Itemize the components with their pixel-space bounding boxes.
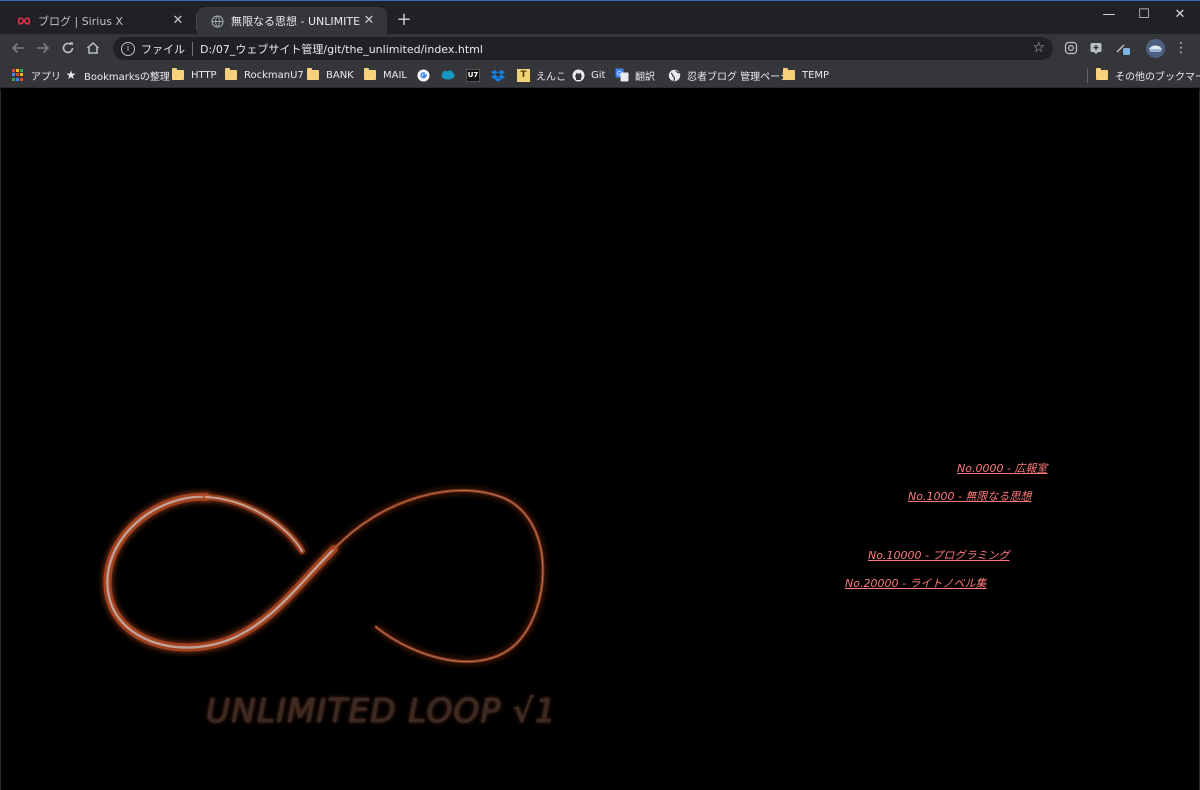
extension-icon[interactable] bbox=[1114, 39, 1132, 57]
folder-icon bbox=[224, 68, 238, 82]
bookmark-translate[interactable]: G 翻訳 bbox=[615, 67, 655, 83]
bookmark-u7[interactable]: U7 bbox=[466, 67, 486, 83]
bookmark-label: 忍者ブログ 管理ページ bbox=[687, 71, 790, 83]
bookmark-label: Git bbox=[591, 69, 606, 81]
link-public-relations[interactable]: No.0000 - 広報室 bbox=[957, 460, 1047, 476]
bookmark-label: BANK bbox=[326, 69, 354, 81]
bookmark-label: MAIL bbox=[383, 69, 407, 81]
infinity-icon bbox=[16, 13, 32, 29]
omnibox-divider bbox=[192, 41, 193, 56]
bookmark-label: アプリ bbox=[31, 71, 61, 83]
google-icon bbox=[416, 68, 430, 82]
bookmark-bank[interactable]: BANK bbox=[306, 67, 354, 83]
new-tab-button[interactable]: + bbox=[394, 10, 414, 30]
bookmarks-divider bbox=[1087, 68, 1088, 83]
address-bar[interactable]: i ファイル D:/07_ウェブサイト管理/git/the_unlimited/… bbox=[113, 37, 1053, 60]
bookmark-label: えんこ bbox=[536, 71, 566, 83]
extension-icon[interactable] bbox=[1062, 39, 1080, 57]
avatar[interactable] bbox=[1146, 39, 1165, 58]
bookmarks-bar: アプリ ★ Bookmarksの整理 HTTP RockmanU7 BANK M… bbox=[0, 62, 1200, 88]
toolbar: i ファイル D:/07_ウェブサイト管理/git/the_unlimited/… bbox=[0, 34, 1200, 62]
bookmark-enko[interactable]: T えんこ bbox=[517, 67, 566, 83]
bookmark-salesforce[interactable] bbox=[441, 67, 461, 83]
enko-icon: T bbox=[517, 68, 530, 82]
tab-blog[interactable]: ブログ | Sirius X ✕ bbox=[4, 7, 196, 35]
bookmark-manager[interactable]: ★ Bookmarksの整理 bbox=[64, 67, 170, 83]
close-window-button[interactable]: ✕ bbox=[1158, 1, 1200, 27]
link-programming[interactable]: No.10000 - プログラミング bbox=[868, 547, 1009, 563]
u7-icon: U7 bbox=[466, 68, 480, 82]
svg-text:G: G bbox=[617, 71, 622, 78]
globe-icon bbox=[667, 68, 681, 82]
bookmark-dropbox[interactable] bbox=[491, 67, 511, 83]
bookmark-ninja-blog-admin[interactable]: 忍者ブログ 管理ページ bbox=[667, 67, 790, 83]
forward-arrow-icon[interactable] bbox=[33, 38, 53, 58]
browser-window: ブログ | Sirius X ✕ 無限なる思想 - UNLIMITED LOOP… bbox=[0, 0, 1200, 790]
salesforce-icon bbox=[441, 68, 455, 82]
bookmark-label: HTTP bbox=[191, 69, 217, 81]
bookmark-other-bookmarks[interactable]: その他のブックマーク bbox=[1095, 67, 1200, 83]
back-arrow-icon[interactable] bbox=[8, 38, 28, 58]
folder-icon bbox=[306, 68, 320, 82]
folder-icon bbox=[171, 68, 185, 82]
bookmark-google[interactable] bbox=[416, 67, 436, 83]
translate-icon: G bbox=[615, 68, 629, 82]
bookmark-temp[interactable]: TEMP bbox=[782, 67, 829, 83]
folder-icon bbox=[782, 68, 796, 82]
link-unlimited-thoughts[interactable]: No.1000 - 無限なる思想 bbox=[908, 488, 1031, 504]
bookmark-apps[interactable]: アプリ bbox=[11, 67, 61, 83]
tab-strip: ブログ | Sirius X ✕ 無限なる思想 - UNLIMITED LOOP… bbox=[0, 0, 1200, 35]
scheme-label: ファイル bbox=[141, 42, 185, 56]
bookmark-label: TEMP bbox=[802, 69, 830, 81]
star-icon: ★ bbox=[65, 68, 77, 82]
bookmark-label: 翻訳 bbox=[635, 71, 655, 83]
kebab-menu-icon[interactable]: ⋮ bbox=[1172, 39, 1190, 57]
folder-icon bbox=[363, 68, 377, 82]
extension-icon[interactable] bbox=[1087, 39, 1105, 57]
dropbox-icon bbox=[491, 68, 505, 82]
bookmark-rockmanu7[interactable]: RockmanU7 bbox=[224, 67, 304, 83]
tab-unlimited-loop[interactable]: 無限なる思想 - UNLIMITED LOOP ✕ bbox=[197, 7, 387, 35]
apps-grid-icon bbox=[11, 68, 25, 82]
bookmark-star-icon[interactable]: ☆ bbox=[1032, 40, 1045, 56]
bookmark-label: その他のブックマーク bbox=[1115, 71, 1200, 83]
link-light-novels[interactable]: No.20000 - ライトノベル集 bbox=[845, 575, 986, 591]
bookmark-http[interactable]: HTTP bbox=[171, 67, 217, 83]
page-content: UNLIMITED LOOP √1 No.0000 - 広報室 No.1000 … bbox=[0, 89, 1200, 790]
github-icon bbox=[571, 68, 585, 82]
home-icon[interactable] bbox=[83, 38, 103, 58]
bookmark-git[interactable]: Git bbox=[571, 67, 605, 83]
bookmark-mail[interactable]: MAIL bbox=[363, 67, 407, 83]
info-icon[interactable]: i bbox=[121, 41, 135, 56]
reload-icon[interactable] bbox=[58, 38, 78, 58]
bookmark-label: RockmanU7 bbox=[244, 69, 304, 81]
tab-title: ブログ | Sirius X bbox=[38, 15, 124, 28]
site-brand-title: UNLIMITED LOOP √1 bbox=[206, 691, 557, 730]
folder-icon bbox=[1095, 68, 1109, 82]
tab-title: 無限なる思想 - UNLIMITED LOOP bbox=[231, 15, 361, 28]
close-tab-icon[interactable]: ✕ bbox=[170, 13, 186, 29]
bookmark-label: Bookmarksの整理 bbox=[84, 71, 170, 83]
globe-icon bbox=[209, 13, 225, 29]
infinity-loop-logo bbox=[103, 488, 545, 664]
close-tab-icon[interactable]: ✕ bbox=[361, 13, 377, 29]
url-text[interactable]: D:/07_ウェブサイト管理/git/the_unlimited/index.h… bbox=[200, 41, 483, 57]
